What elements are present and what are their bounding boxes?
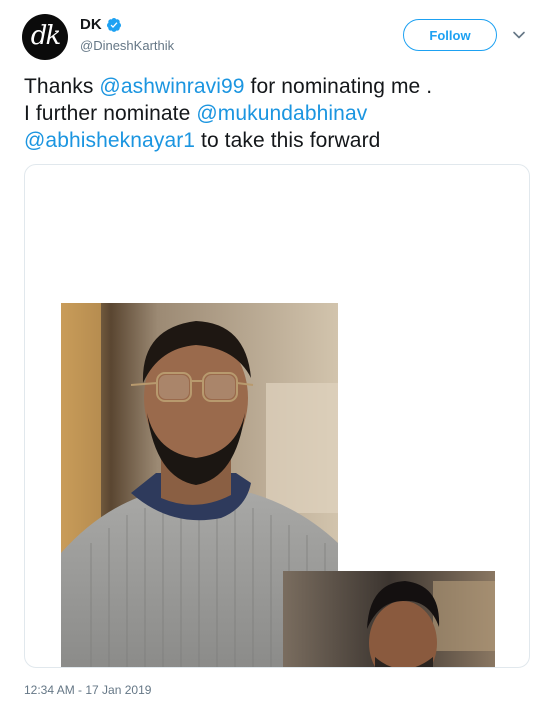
avatar[interactable]: dk — [22, 14, 68, 60]
tweet-text-segment: Thanks — [24, 75, 100, 98]
display-name[interactable]: DK — [80, 16, 102, 33]
verified-badge-icon — [106, 17, 122, 33]
follow-button[interactable]: Follow — [403, 19, 497, 51]
mention-link[interactable]: @abhisheknayar1 — [24, 129, 195, 152]
avatar-logo-text: dk — [30, 21, 61, 51]
tweet-text-segment: for nominating me . — [244, 75, 433, 98]
tweet-text-segment: to take this forward — [195, 129, 381, 152]
mention-link[interactable]: @ashwinravi99 — [99, 75, 244, 98]
mention-link[interactable]: @mukundabhinav — [196, 102, 367, 125]
photo-inset[interactable] — [283, 571, 495, 667]
tweet-text-segment: I further nominate — [24, 102, 197, 125]
author-name-row: DK — [80, 16, 122, 33]
timestamp[interactable]: 12:34 AM - 17 Jan 2019 — [24, 683, 151, 697]
tweet-text: Thanks @ashwinravi99 for nominating me .… — [24, 73, 534, 154]
chevron-down-icon[interactable] — [512, 28, 526, 42]
author-handle[interactable]: @DineshKarthik — [80, 38, 174, 53]
media-card[interactable] — [24, 164, 530, 668]
